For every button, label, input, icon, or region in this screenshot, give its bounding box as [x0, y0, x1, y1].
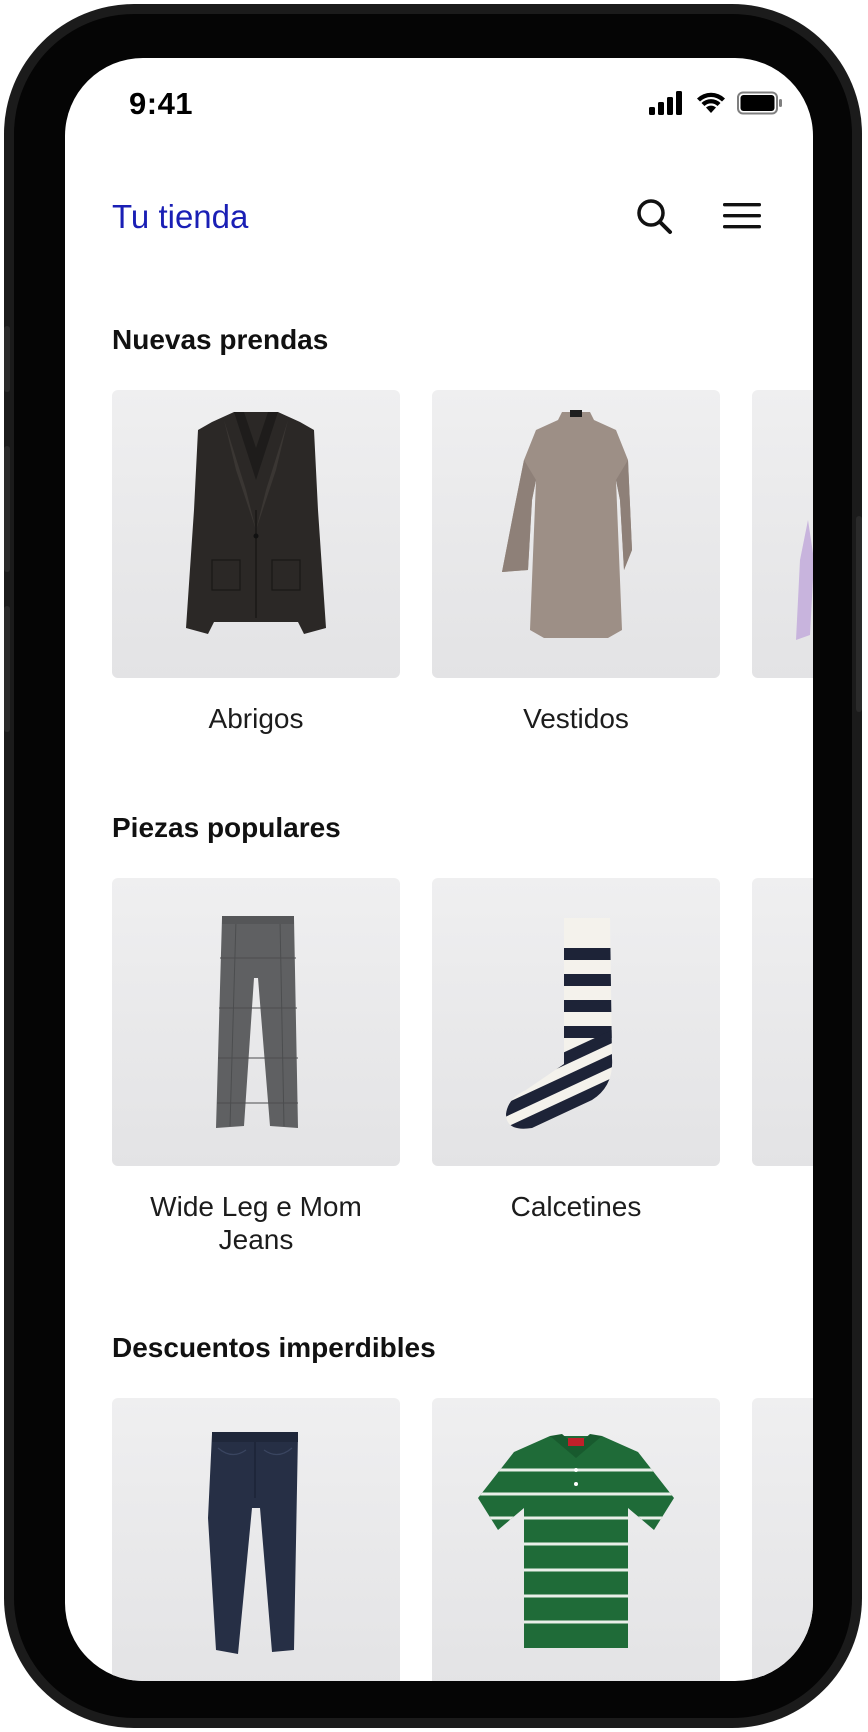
product-image-partial[interactable] — [752, 1398, 813, 1681]
volume-down-button — [4, 606, 10, 732]
product-image-partial[interactable] — [752, 390, 813, 678]
search-button[interactable] — [632, 196, 676, 240]
category-card-abrigos[interactable]: Abrigos — [112, 390, 400, 735]
section-title-nuevas-prendas: Nuevas prendas — [112, 324, 329, 355]
power-button — [856, 516, 862, 712]
product-card-partial[interactable] — [752, 1398, 813, 1681]
category-label: Wide Leg e Mom Jeans — [150, 1191, 362, 1255]
product-card-jeans[interactable] — [112, 1398, 400, 1681]
category-card-wide-leg[interactable]: Wide Leg e Mom Jeans — [112, 878, 400, 1256]
product-image-jeans[interactable] — [112, 1398, 400, 1681]
carousel-nuevas-prendas[interactable]: Abrigos Vestidos — [112, 390, 813, 734]
product-card-polo[interactable] — [432, 1398, 720, 1681]
product-image-sock[interactable] — [432, 878, 720, 1166]
category-card-partial[interactable] — [752, 390, 813, 678]
product-image-polo[interactable] — [432, 1398, 720, 1681]
volume-up-button — [4, 446, 10, 572]
carousel-piezas-populares[interactable]: Wide Leg e Mom Jeans Calcetines — [112, 878, 813, 1258]
category-label: Vestidos — [523, 703, 629, 734]
hamburger-menu-icon — [722, 201, 762, 236]
app-header: Tu tienda — [65, 178, 813, 258]
status-time: 9:41 — [129, 86, 194, 121]
product-image-trousers[interactable] — [112, 878, 400, 1166]
phone-frame: 9:41 Tu tienda Nuevas prendas Abrigos Ve… — [4, 4, 862, 1728]
product-image-partial[interactable] — [752, 878, 813, 1166]
category-label: Abrigos — [208, 703, 304, 734]
section-title-descuentos-imperdibles: Descuentos imperdibles — [112, 1332, 436, 1363]
search-icon — [635, 197, 673, 240]
section-title-piezas-populares: Piezas populares — [112, 812, 341, 843]
app-screen: 9:41 Tu tienda Nuevas prendas Abrigos Ve… — [65, 58, 813, 1681]
category-card-calcetines[interactable]: Calcetines — [432, 878, 720, 1223]
menu-button[interactable] — [720, 196, 764, 240]
mute-switch — [4, 326, 10, 392]
battery-icon — [737, 91, 783, 120]
category-card-vestidos[interactable]: Vestidos — [432, 390, 720, 735]
carousel-descuentos-imperdibles[interactable] — [112, 1398, 813, 1681]
product-image-dress[interactable] — [432, 390, 720, 678]
wifi-icon — [695, 91, 727, 120]
status-bar: 9:41 — [65, 58, 813, 150]
category-card-partial[interactable] — [752, 878, 813, 1166]
product-image-blazer[interactable] — [112, 390, 400, 678]
status-icons — [649, 90, 783, 120]
store-title[interactable]: Tu tienda — [112, 198, 248, 236]
cellular-signal-icon — [649, 90, 685, 120]
category-label: Calcetines — [510, 1191, 642, 1222]
